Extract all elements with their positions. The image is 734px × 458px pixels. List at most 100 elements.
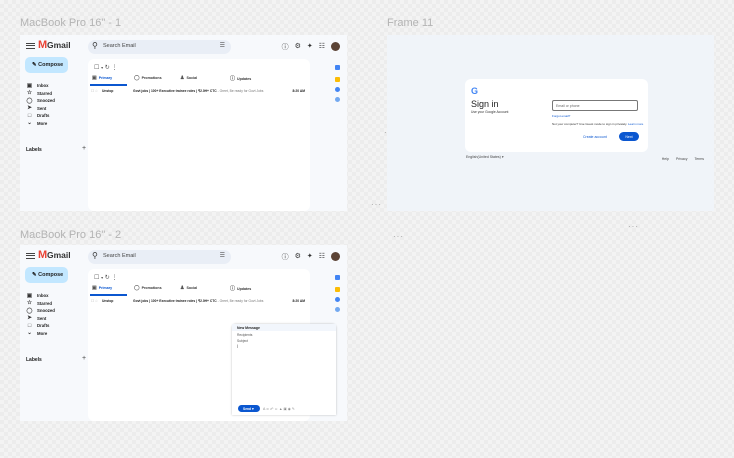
sidebar-item-snoozed[interactable]: ◯ Snoozed (26, 307, 86, 315)
avatar[interactable] (331, 42, 340, 51)
help-icon[interactable]: ⓘ (282, 252, 289, 262)
contacts-icon[interactable] (335, 87, 340, 92)
signin-subtitle: Use your Google Account (471, 110, 509, 114)
search-input[interactable]: Search Email (103, 43, 136, 49)
language-select[interactable]: English(United States) ▾ (466, 155, 504, 159)
terms-link[interactable]: Terms (694, 157, 704, 161)
search-bar[interactable]: ⚲ Search Email ☰ (88, 40, 231, 54)
contacts-icon[interactable] (335, 297, 340, 302)
menu-icon[interactable] (26, 253, 35, 259)
tab-promotions[interactable]: ◯ Promotions (134, 75, 162, 81)
compose-button[interactable]: ✎ Compose (25, 267, 68, 283)
privacy-link[interactable]: Privacy (676, 157, 687, 161)
help-icon[interactable]: ⓘ (282, 42, 289, 52)
tab-updates[interactable]: ⓘ Updates (230, 75, 251, 82)
people-icon: ♟ (180, 285, 185, 291)
sparkle-icon[interactable]: ✦ (307, 252, 313, 262)
sidebar-item-inbox[interactable]: ▣ Inbox (26, 82, 86, 90)
sidebar-item-drafts[interactable]: □ Drafts (26, 112, 86, 120)
chevron-down-icon[interactable]: ▾ (101, 275, 103, 280)
help-link[interactable]: Help (662, 157, 669, 161)
row-sender: Unstop (102, 89, 114, 93)
email-field[interactable]: Email or phone (552, 100, 638, 111)
sidebar-nav: ▣ Inbox ☆ Starred ◯ Snoozed ➤ Sent □ Drafts ⌄… (26, 82, 86, 127)
draft-icon: □ (27, 322, 32, 329)
avatar[interactable] (331, 252, 340, 261)
select-checkbox-icon[interactable]: ☐ (94, 275, 99, 281)
refresh-icon[interactable]: ↻ (105, 65, 110, 71)
tasks-icon[interactable] (335, 97, 340, 102)
send-icon: ➤ (27, 315, 32, 322)
star-icon: ☆ (27, 90, 32, 97)
side-panel (331, 267, 347, 421)
compose-title: New Message (232, 324, 336, 331)
tab-primary[interactable]: ▣ Primary (92, 285, 112, 291)
message-body[interactable]: | (232, 343, 336, 348)
menu-icon[interactable] (26, 43, 35, 49)
tab-label: Updates (237, 77, 252, 81)
learn-more-link[interactable]: Learn more (628, 122, 643, 126)
more-vert-icon[interactable]: ⋮ (111, 65, 117, 71)
keep-icon[interactable] (335, 77, 340, 82)
sidebar-item-starred[interactable]: ☆ Starred (26, 90, 86, 98)
inbox-icon: ▣ (92, 75, 97, 81)
info-icon: ⓘ (230, 76, 236, 82)
sidebar-item-more[interactable]: ⌄ More (26, 330, 86, 338)
forgot-email-link[interactable]: Forgot email? (552, 114, 570, 118)
tab-label: Social (186, 76, 198, 80)
search-icon[interactable]: ⚲ (92, 251, 98, 260)
frame-label-macbook-1: MacBook Pro 16" - 1 (20, 17, 122, 29)
sidebar-item-starred[interactable]: ☆ Starred (26, 300, 86, 308)
gmail-logo-icon: M (38, 39, 48, 51)
sidebar-item-label: Drafts (37, 113, 50, 119)
search-input[interactable]: Search Email (103, 253, 136, 259)
tasks-icon[interactable] (335, 307, 340, 312)
refresh-icon[interactable]: ↻ (105, 275, 110, 281)
apps-grid-icon[interactable]: ☷ (319, 252, 325, 262)
more-vert-icon[interactable]: ⋮ (111, 275, 117, 281)
row-checkbox-icon[interactable]: ☐ ☆ (91, 89, 98, 93)
calendar-icon[interactable] (335, 65, 340, 70)
sidebar-item-drafts[interactable]: □ Drafts (26, 322, 86, 330)
row-time: 8:20 AM (292, 299, 305, 303)
sidebar-item-sent[interactable]: ➤ Sent (26, 315, 86, 323)
sidebar-item-inbox[interactable]: ▣ Inbox (26, 292, 86, 300)
search-icon[interactable]: ⚲ (92, 41, 98, 50)
add-label-icon[interactable]: + (82, 145, 86, 152)
chevron-down-icon: ⌄ (27, 330, 32, 337)
gear-icon[interactable]: ⚙ (295, 252, 301, 262)
tab-social[interactable]: ♟ Social (180, 75, 197, 81)
sparkle-icon[interactable]: ✦ (307, 42, 313, 52)
keep-icon[interactable] (335, 287, 340, 292)
filter-icon[interactable]: ☰ (220, 42, 225, 49)
table-row[interactable]: ☐ ☆ Unstop Govt jobs | 100+ Executive tr… (88, 299, 310, 305)
tab-primary[interactable]: ▣ Primary (92, 75, 112, 81)
mail-list-panel: ☐ ▾ ↻ ⋮ ▣ Primary ◯ Promotions ♟ Social ⓘ Up… (88, 59, 310, 211)
send-button[interactable]: Send ▾ (238, 405, 260, 412)
sidebar-item-snoozed[interactable]: ◯ Snoozed (26, 97, 86, 105)
next-button[interactable]: Next (619, 132, 639, 141)
tab-updates[interactable]: ⓘ Updates (230, 285, 251, 292)
sidebar-item-sent[interactable]: ➤ Sent (26, 105, 86, 113)
pen-icon[interactable]: ✎ (292, 407, 296, 411)
table-row[interactable]: ☐ ☆ Unstop Govt jobs | 100+ Executive tr… (88, 89, 310, 95)
compose-button[interactable]: ✎ Compose (25, 57, 68, 73)
add-label-icon[interactable]: + (82, 355, 86, 362)
search-bar[interactable]: ⚲ Search Email ☰ (88, 250, 231, 264)
row-subject-text: Govt jobs | 100+ Executive trainee roles… (133, 299, 217, 303)
select-checkbox-icon[interactable]: ☐ (94, 65, 99, 71)
create-account-button[interactable]: Create account (583, 135, 607, 139)
sidebar-item-more[interactable]: ⌄ More (26, 120, 86, 128)
tag-icon: ◯ (134, 285, 140, 291)
gear-icon[interactable]: ⚙ (295, 42, 301, 52)
row-sender: Unstop (102, 299, 114, 303)
tab-social[interactable]: ♟ Social (180, 285, 197, 291)
chevron-down-icon[interactable]: ▾ (101, 65, 103, 70)
dots-decoration: ··· (371, 200, 382, 209)
filter-icon[interactable]: ☰ (220, 252, 225, 259)
tab-promotions[interactable]: ◯ Promotions (134, 285, 162, 291)
apps-grid-icon[interactable]: ☷ (319, 42, 325, 52)
row-checkbox-icon[interactable]: ☐ ☆ (91, 299, 98, 303)
calendar-icon[interactable] (335, 275, 340, 280)
dots-decoration: ··· (628, 222, 639, 231)
